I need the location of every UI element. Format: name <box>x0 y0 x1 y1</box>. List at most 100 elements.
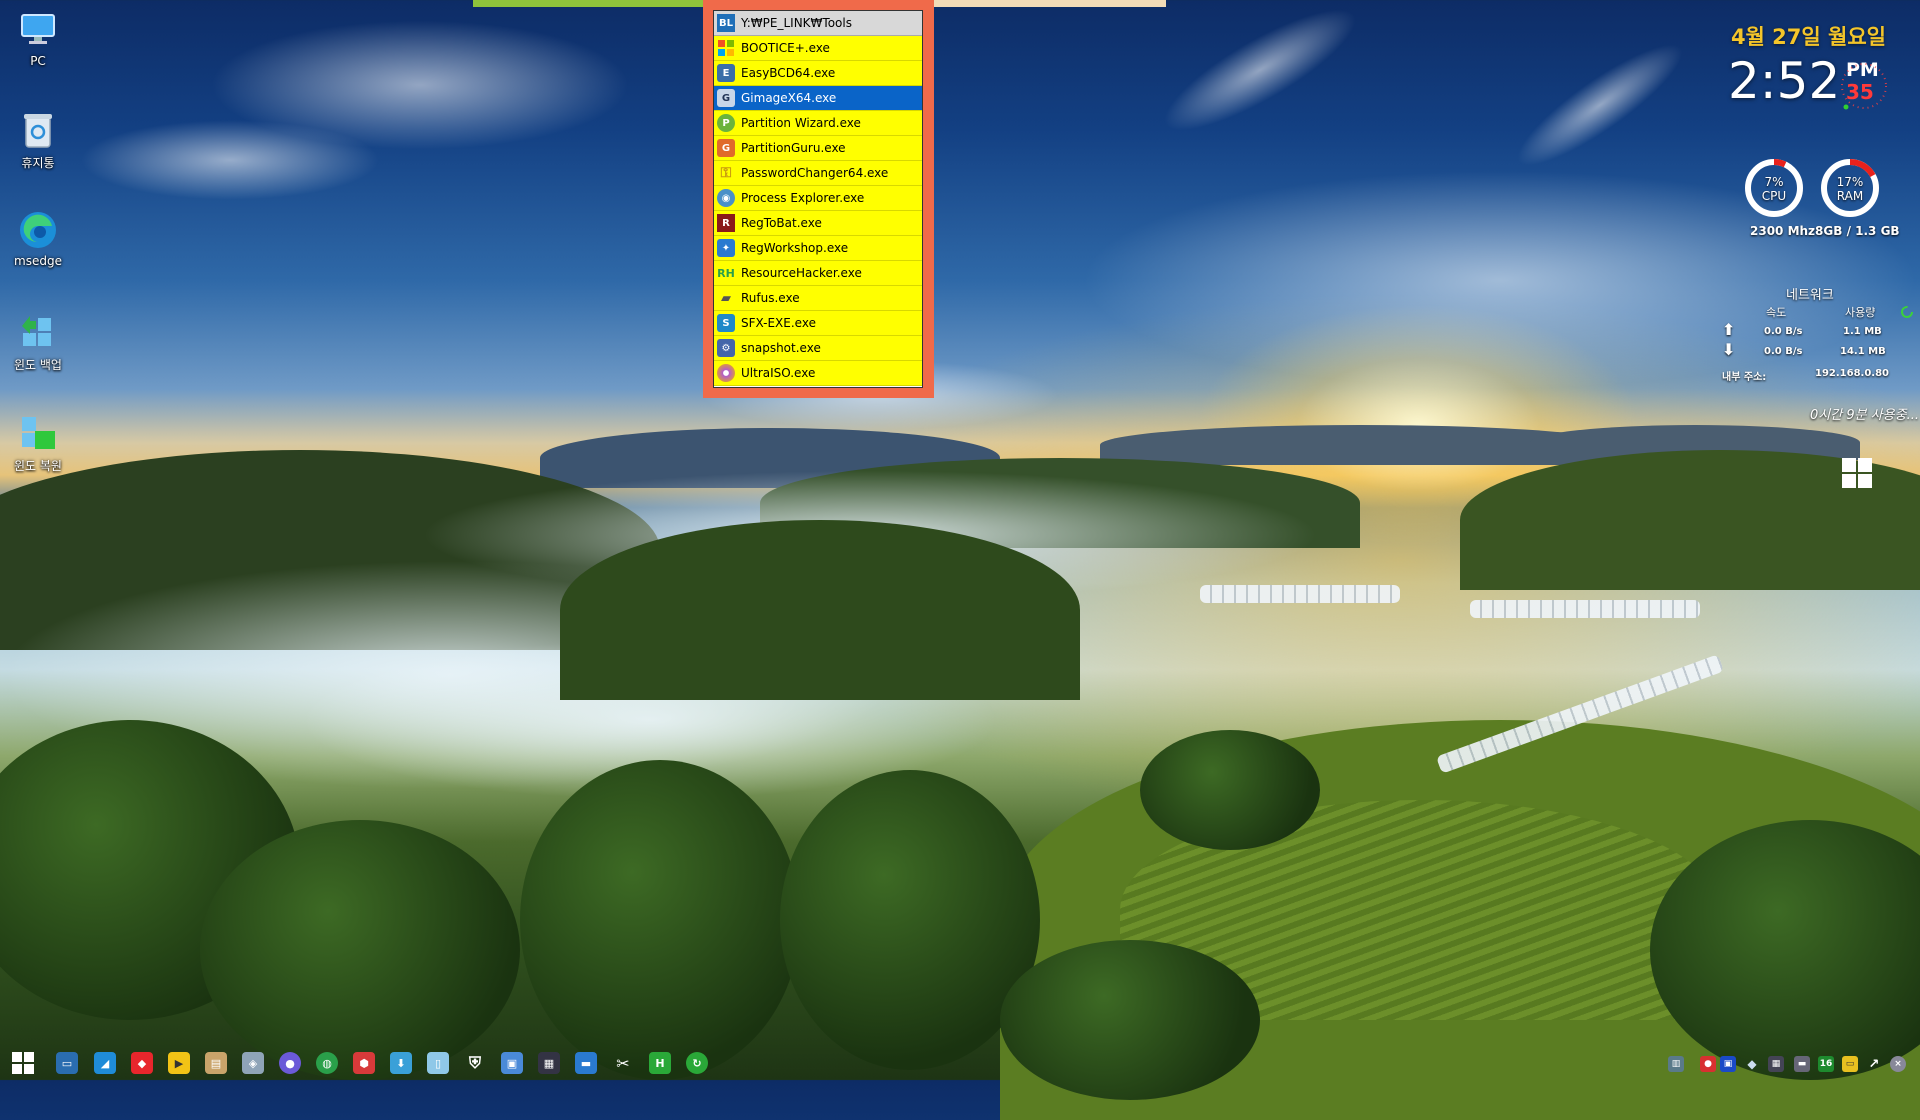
browser-icon[interactable]: ● <box>279 1052 301 1074</box>
snapshot-icon: ⚙ <box>717 339 735 357</box>
arrow-icon[interactable]: ↗ <box>1866 1056 1882 1072</box>
pc-icon[interactable]: ▬ <box>575 1052 597 1074</box>
process-explorer-icon: ◉ <box>717 189 735 207</box>
menu-item-label: PasswordChanger64.exe <box>741 166 889 180</box>
menu-item-easybcd[interactable]: E EasyBCD64.exe <box>714 61 922 86</box>
menu-path-label: Y:₩PE_LINK₩Tools <box>741 16 852 30</box>
network-refresh-icon[interactable] <box>1900 305 1914 319</box>
sfx-icon: S <box>717 314 735 332</box>
network-col-speed: 속도 <box>1766 306 1787 319</box>
cpu-label: CPU <box>1761 189 1787 203</box>
file-icon[interactable]: ▯ <box>427 1052 449 1074</box>
menu-item-rufus[interactable]: ▰ Rufus.exe <box>714 286 922 311</box>
menu-item-snapshot[interactable]: ⚙ snapshot.exe <box>714 336 922 361</box>
menu-item-label: GimageX64.exe <box>741 91 837 105</box>
hex-editor-icon[interactable]: H <box>649 1052 671 1074</box>
menu-item-gimagex[interactable]: G GimageX64.exe <box>714 86 922 111</box>
archive-icon[interactable]: ▤ <box>205 1052 227 1074</box>
wallpaper <box>0 0 1920 1120</box>
menu-item-label: RegWorkshop.exe <box>741 241 849 255</box>
network-col-usage: 사용량 <box>1845 306 1876 319</box>
desktop-icon-msedge[interactable]: msedge <box>6 210 70 268</box>
monitor-icon[interactable]: ▭ <box>56 1052 78 1074</box>
badge-16-icon[interactable]: 16 <box>1818 1056 1834 1072</box>
desktop-icon-label: msedge <box>14 254 62 268</box>
menu-item-regtobat[interactable]: R RegToBat.exe <box>714 211 922 236</box>
menu-header-path[interactable]: BL Y:₩PE_LINK₩Tools <box>714 11 922 36</box>
menu-item-partitionguru[interactable]: G PartitionGuru.exe <box>714 136 922 161</box>
partitionguru-icon: G <box>717 139 735 157</box>
menu-item-regworkshop[interactable]: ✦ RegWorkshop.exe <box>714 236 922 261</box>
menu-item-label: EasyBCD64.exe <box>741 66 836 80</box>
system-info: 2300 Mhz8GB / 1.3 GB <box>1750 224 1900 238</box>
network-tray-icon[interactable]: ▥ <box>1668 1056 1684 1072</box>
menu-item-sfx-exe[interactable]: S SFX-EXE.exe <box>714 311 922 336</box>
desktop-icon-label: 윈도 복원 <box>14 459 62 473</box>
shield-icon[interactable]: ⛨ <box>464 1052 486 1074</box>
windows-flag-icon <box>717 39 735 57</box>
menu-item-ultraiso[interactable]: UltraISO.exe <box>714 361 922 386</box>
menu-item-label: RegToBat.exe <box>741 216 822 230</box>
gimagex-icon: G <box>717 89 735 107</box>
network-icon[interactable]: ⬢ <box>353 1052 375 1074</box>
disk-tool-icon[interactable]: ◈ <box>242 1052 264 1074</box>
desktop-icon-pc[interactable]: PC <box>6 10 70 68</box>
menu-item-passwordchanger[interactable]: ⚿ PasswordChanger64.exe <box>714 161 922 186</box>
installer-icon[interactable]: ⬇ <box>390 1052 412 1074</box>
ram-gauge-label: 17% RAM <box>1820 175 1880 203</box>
grid-icon[interactable]: ▦ <box>1768 1056 1784 1072</box>
download-arrow-icon: ⬇ <box>1722 340 1736 359</box>
clock-time: 2:52 <box>1728 52 1841 110</box>
blue-app-icon[interactable]: ▣ <box>1720 1056 1736 1072</box>
scissors-icon[interactable]: ✂ <box>612 1052 634 1074</box>
recycle-bin-icon <box>18 110 58 150</box>
taskbar: ▭ ◢ ◆ ▶ ▤ ◈ ● ◍ ⬢ ⬇ ▯ ⛨ ▣ ▦ ▬ ✂ H ↻ ▥ ● … <box>0 1044 1920 1080</box>
anydesk-icon[interactable]: ◆ <box>131 1052 153 1074</box>
menu-item-label: Process Explorer.exe <box>741 191 865 205</box>
usb-drive-icon: ▰ <box>721 290 731 306</box>
cpu-percent: 7% <box>1764 175 1784 189</box>
regworkshop-icon: ✦ <box>717 239 735 257</box>
drop-icon[interactable]: ◆ <box>1744 1056 1760 1072</box>
red-app-icon[interactable]: ● <box>1700 1056 1716 1072</box>
easybcd-icon: E <box>717 64 735 82</box>
ram-label: RAM <box>1836 189 1864 203</box>
desktop-icon-windows-restore[interactable]: 윈도 복원 <box>6 413 70 474</box>
upload-arrow-icon: ⬆ <box>1722 320 1736 339</box>
display-icon[interactable]: ▦ <box>538 1052 560 1074</box>
windows-logo-icon[interactable] <box>1842 458 1872 488</box>
menu-item-partition-wizard[interactable]: P Partition Wizard.exe <box>714 111 922 136</box>
menu-item-process-explorer[interactable]: ◉ Process Explorer.exe <box>714 186 922 211</box>
globe-icon[interactable]: ◍ <box>316 1052 338 1074</box>
resourcehacker-icon: RH <box>717 266 735 280</box>
upload-speed: 0.0 B/s <box>1764 326 1803 337</box>
bl-icon: BL <box>717 14 735 32</box>
windows-start-icon[interactable] <box>12 1052 34 1074</box>
desktop-icon-recycle-bin[interactable]: 휴지통 <box>6 110 70 171</box>
top-bar-left <box>473 0 703 7</box>
menu-item-resourcehacker[interactable]: RH ResourceHacker.exe <box>714 261 922 286</box>
chat-icon[interactable]: ▭ <box>1842 1056 1858 1072</box>
menu-item-bootice[interactable]: BOOTICE+.exe <box>714 36 922 61</box>
upload-usage: 1.1 MB <box>1843 326 1882 337</box>
desktop-icon-windows-backup[interactable]: 윈도 백업 <box>6 312 70 373</box>
download-usage: 14.1 MB <box>1840 346 1886 357</box>
refresh-icon[interactable]: ↻ <box>686 1052 708 1074</box>
menu-item-label: BOOTICE+.exe <box>741 41 830 55</box>
desktop-icon-label: 휴지통 <box>21 156 55 170</box>
partition-wizard-icon: P <box>717 114 735 132</box>
windows-backup-icon <box>18 312 58 352</box>
close-circle-icon[interactable]: × <box>1890 1056 1906 1072</box>
paint-icon[interactable]: ◢ <box>94 1052 116 1074</box>
hdd-icon[interactable]: ▬ <box>1794 1056 1810 1072</box>
disc-icon <box>717 364 735 382</box>
menu-item-label: Partition Wizard.exe <box>741 116 861 130</box>
potplayer-icon[interactable]: ▶ <box>168 1052 190 1074</box>
uptime-text: 0시간 9분 사용중... <box>1810 408 1919 423</box>
menu-item-label: PartitionGuru.exe <box>741 141 846 155</box>
window-tool-icon[interactable]: ▣ <box>501 1052 523 1074</box>
menu-item-label: Rufus.exe <box>741 291 800 305</box>
menu-item-label: SFX-EXE.exe <box>741 316 816 330</box>
desktop-icon-label: PC <box>30 54 46 68</box>
menu-item-label: snapshot.exe <box>741 341 821 355</box>
